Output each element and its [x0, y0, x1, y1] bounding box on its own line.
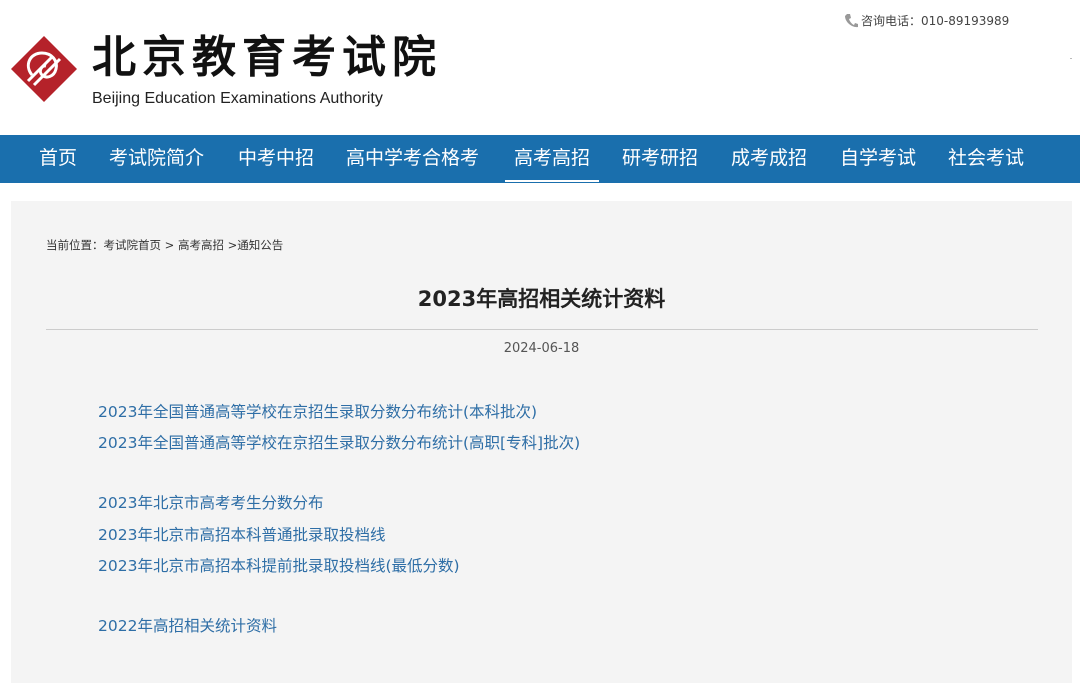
article-link[interactable]: 2023年北京市高招本科提前批录取投档线(最低分数): [98, 554, 460, 576]
article-link[interactable]: 2022年高招相关统计资料: [98, 614, 277, 636]
nav-item-chengkao[interactable]: 成考成招: [731, 135, 807, 183]
main-nav: 首页 考试院简介 中考中招 高中学考合格考 高考高招 研考研招 成考成招 自学考…: [0, 135, 1080, 183]
decorative-dot: [1070, 58, 1072, 59]
nav-item-zixue[interactable]: 自学考试: [840, 135, 916, 183]
bjeea-logo-icon[interactable]: [10, 35, 78, 103]
article-link[interactable]: 2023年北京市高招本科普通批录取投档线: [98, 523, 385, 545]
brand-name-cn[interactable]: 北京教育考试院: [92, 28, 442, 88]
breadcrumb[interactable]: 当前位置：考试院首页 > 高考高招 >通知公告: [46, 237, 283, 253]
nav-item-about[interactable]: 考试院简介: [109, 135, 204, 183]
nav-item-gaokao[interactable]: 高考高招: [505, 137, 599, 182]
brand-name-en: Beijing Education Examinations Authority: [92, 90, 383, 107]
article-link[interactable]: 2023年北京市高考考生分数分布: [98, 491, 323, 513]
contact-phone: 咨询电话：010-89193989: [844, 12, 1009, 29]
publish-date: 2024-06-18: [503, 341, 580, 356]
article-panel: 当前位置：考试院首页 > 高考高招 >通知公告 2023年高招相关统计资料 20…: [11, 201, 1072, 683]
nav-item-zhongkao[interactable]: 中考中招: [238, 135, 314, 183]
nav-item-yankao[interactable]: 研考研招: [622, 135, 698, 183]
nav-item-home[interactable]: 首页: [39, 135, 77, 183]
title-divider: [46, 329, 1038, 330]
article-link[interactable]: 2023年全国普通高等学校在京招生录取分数分布统计(本科批次): [98, 400, 537, 422]
article-link[interactable]: 2023年全国普通高等学校在京招生录取分数分布统计(高职[专科]批次): [98, 431, 580, 453]
contact-phone-text: 咨询电话：010-89193989: [861, 14, 1010, 28]
nav-item-xuekao[interactable]: 高中学考合格考: [346, 135, 479, 183]
page-title: 2023年高招相关统计资料: [417, 287, 666, 311]
nav-item-shehui[interactable]: 社会考试: [948, 135, 1024, 183]
site-header: 北京教育考试院 Beijing Education Examinations A…: [0, 0, 1080, 135]
phone-icon: [845, 13, 858, 27]
